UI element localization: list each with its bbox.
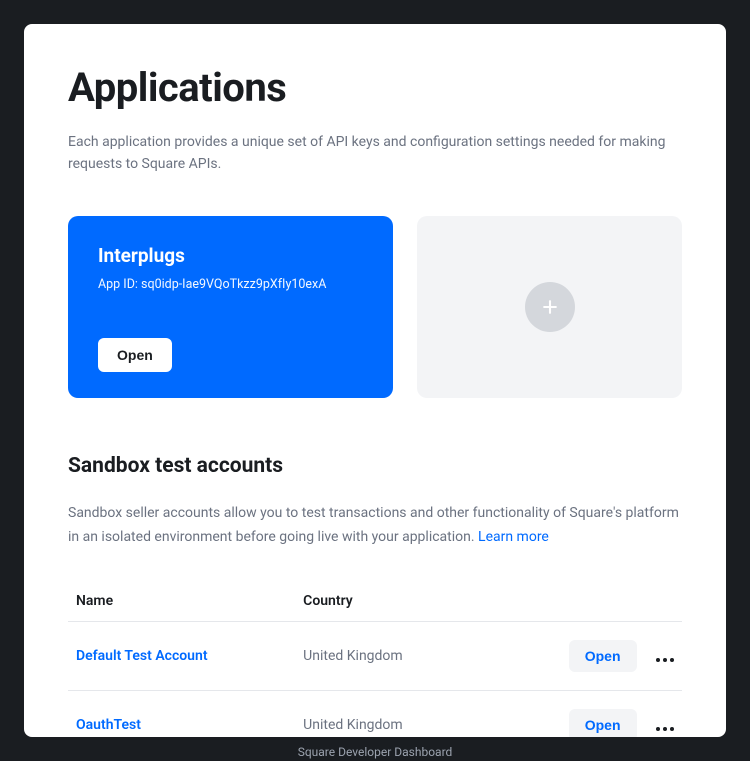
account-name-link[interactable]: Default Test Account [76,648,208,664]
sandbox-accounts-table: Name Country Default Test Account United… [68,581,682,737]
account-country: United Kingdom [295,691,498,737]
table-row: Default Test Account United Kingdom Open [68,622,682,691]
column-header-actions [498,581,682,622]
table-row: OauthTest United Kingdom Open [68,691,682,737]
footer-caption: Square Developer Dashboard [0,745,750,759]
open-account-button[interactable]: Open [569,709,637,737]
sandbox-section-description: Sandbox seller accounts allow you to tes… [68,502,682,550]
column-header-country: Country [295,581,498,622]
open-app-button[interactable]: Open [98,338,172,372]
open-account-button[interactable]: Open [569,640,637,672]
add-application-card[interactable] [417,216,682,398]
more-icon [656,658,674,662]
sandbox-description-text: Sandbox seller accounts allow you to tes… [68,505,679,545]
column-header-name: Name [68,581,295,622]
plus-icon [525,282,575,332]
main-panel: Applications Each application provides a… [24,24,726,737]
page-title: Applications [68,64,682,111]
more-actions-button[interactable] [656,646,674,669]
app-card-title: Interplugs [98,244,363,267]
account-name-link[interactable]: OauthTest [76,717,141,733]
app-card[interactable]: Interplugs App ID: sq0idp-Iae9VQoTkzz9pX… [68,216,393,398]
account-country: United Kingdom [295,622,498,691]
page-description: Each application provides a unique set o… [68,131,682,176]
applications-grid: Interplugs App ID: sq0idp-Iae9VQoTkzz9pX… [68,216,682,398]
app-card-app-id: App ID: sq0idp-Iae9VQoTkzz9pXfIy10exA [98,277,363,292]
sandbox-section-title: Sandbox test accounts [68,454,682,478]
more-icon [656,727,674,731]
more-actions-button[interactable] [656,715,674,737]
learn-more-link[interactable]: Learn more [478,529,549,545]
